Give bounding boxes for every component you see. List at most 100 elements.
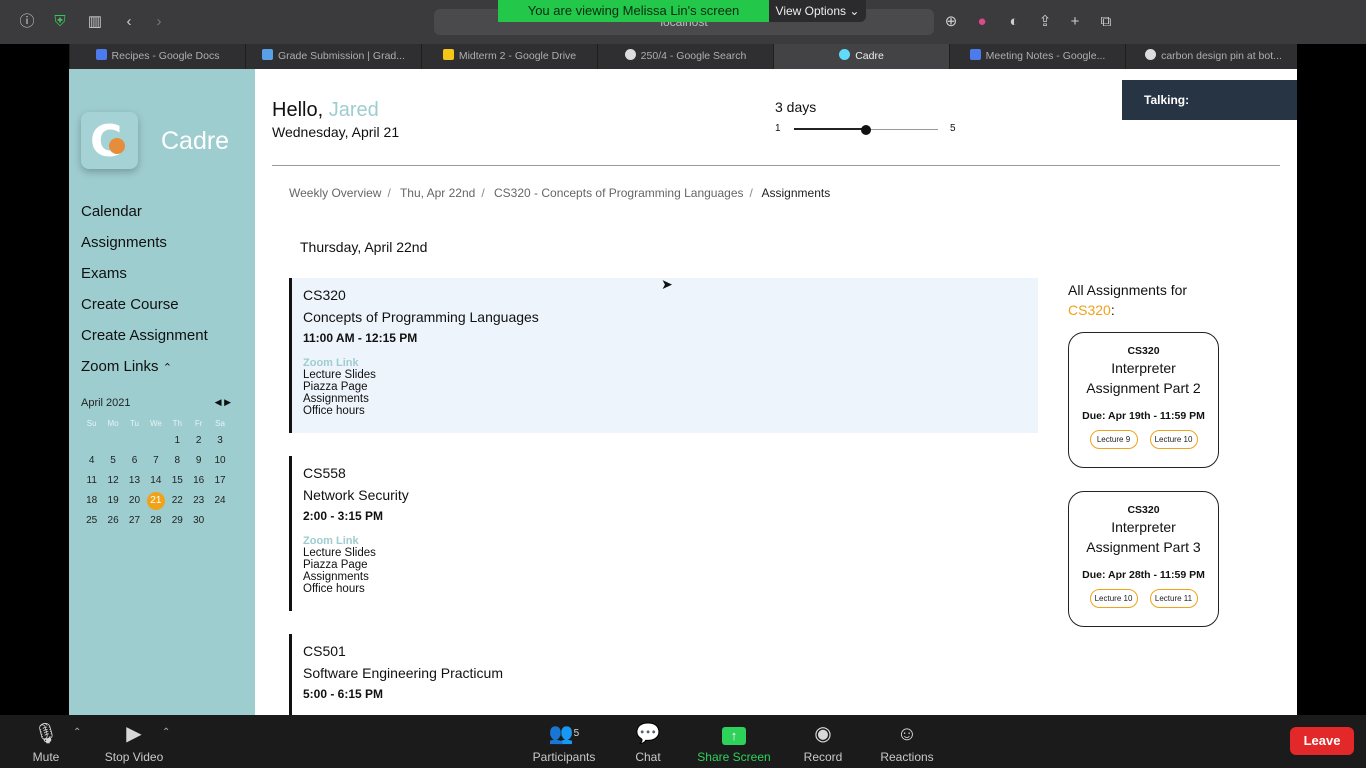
calendar-day[interactable]: 19	[102, 491, 123, 511]
calendar-day[interactable]: 20	[124, 491, 145, 511]
next-month-icon[interactable]: ▶	[224, 397, 231, 407]
record-button[interactable]: ◉ Record	[800, 721, 846, 764]
chevron-up-icon: ⌃	[162, 362, 172, 374]
calendar-day[interactable]: 5	[102, 451, 123, 471]
nav-create-assignment[interactable]: Create Assignment	[81, 327, 208, 344]
calendar-day[interactable]: 29	[167, 511, 188, 531]
breadcrumb-course[interactable]: CS320 - Concepts of Programming Language…	[494, 186, 743, 200]
calendar-day[interactable]: 16	[188, 471, 209, 491]
privacy-icon[interactable]: ◐	[1003, 11, 1025, 33]
calendar-day[interactable]: 12	[102, 471, 123, 491]
prev-month-icon[interactable]: ◀	[215, 397, 222, 407]
calendar-day[interactable]: 7	[145, 451, 166, 471]
assignment-due: Due: Apr 28th - 11:59 PM	[1082, 569, 1205, 581]
calendar-day[interactable]: 11	[81, 471, 102, 491]
nav-create-course[interactable]: Create Course	[81, 296, 179, 313]
share-icon[interactable]: ⇪	[1034, 11, 1056, 33]
chart-icon	[261, 49, 273, 60]
calendar-day[interactable]: 27	[124, 511, 145, 531]
zoom-link[interactable]: Zoom Link	[303, 357, 1038, 369]
assignments-link[interactable]: Assignments	[303, 571, 1038, 583]
calendar-day[interactable]: 22	[167, 491, 188, 511]
shield-icon[interactable]: ⛨	[49, 11, 71, 33]
calendar-day[interactable]: 23	[188, 491, 209, 511]
calendar-month: April 2021	[81, 397, 131, 409]
lecture-tag[interactable]: Lecture 11	[1149, 589, 1198, 608]
assignment-card[interactable]: CS320 Interpreter Assignment Part 2 Due: …	[1068, 332, 1219, 468]
tab-recipes[interactable]: Recipes - Google Docs	[69, 44, 245, 69]
chevron-up-icon[interactable]: ⌃	[162, 727, 170, 738]
course-card-cs501[interactable]: CS501 Software Engineering Practicum 5:0…	[289, 634, 1038, 715]
new-tab-icon[interactable]: +	[1064, 11, 1086, 33]
chevron-up-icon[interactable]: ⌃	[73, 727, 81, 738]
course-time: 2:00 - 3:15 PM	[303, 509, 384, 523]
download-icon[interactable]: ⊕	[940, 11, 962, 33]
sidebar-toggle-icon[interactable]: ▥	[84, 11, 106, 33]
nav-zoom-links[interactable]: Zoom Links ⌃	[81, 358, 172, 375]
share-screen-button[interactable]: ↑ Share Screen	[694, 721, 774, 764]
calendar-day[interactable]: 21	[146, 492, 165, 510]
calendar-day[interactable]: 1	[167, 431, 188, 451]
nav-calendar[interactable]: Calendar	[81, 203, 142, 220]
weekday-label: Mo	[107, 419, 119, 428]
assignment-card[interactable]: CS320 Interpreter Assignment Part 3 Due: …	[1068, 491, 1219, 627]
extension-icon[interactable]: ●	[971, 11, 993, 33]
slider-handle[interactable]	[861, 125, 871, 135]
calendar-day[interactable]: 2	[188, 431, 209, 451]
nav-assignments[interactable]: Assignments	[81, 234, 167, 251]
back-icon[interactable]: ‹	[118, 11, 140, 33]
forward-icon[interactable]: ›	[148, 11, 170, 33]
breadcrumb-weekly-overview[interactable]: Weekly Overview	[289, 186, 381, 200]
leave-button[interactable]: Leave	[1290, 727, 1354, 755]
calendar-day[interactable]: 14	[145, 471, 166, 491]
tab-carbon-design[interactable]: carbon design pin at bot...	[1125, 44, 1301, 69]
tab-meeting-notes[interactable]: Meeting Notes - Google...	[949, 44, 1125, 69]
piazza-link[interactable]: Piazza Page	[303, 381, 1038, 393]
participants-button[interactable]: 👥5 Participants	[528, 721, 600, 764]
calendar-day[interactable]: 17	[209, 471, 230, 491]
days-slider[interactable]: 1 5	[775, 121, 965, 139]
office-hours-link[interactable]: Office hours	[303, 583, 1038, 595]
calendar-day[interactable]: 18	[81, 491, 102, 511]
course-card-cs320[interactable]: CS320 Concepts of Programming Languages …	[289, 278, 1038, 433]
reactions-button[interactable]: ☺ Reactions	[876, 721, 938, 764]
tab-grade-submission[interactable]: Grade Submission | Grad...	[245, 44, 421, 69]
course-card-cs558[interactable]: CS558 Network Security 2:00 - 3:15 PM Zo…	[289, 456, 1038, 611]
calendar-day[interactable]: 4	[81, 451, 102, 471]
calendar-day[interactable]: 6	[124, 451, 145, 471]
office-hours-link[interactable]: Office hours	[303, 405, 1038, 417]
calendar-day[interactable]: 10	[209, 451, 230, 471]
piazza-link[interactable]: Piazza Page	[303, 559, 1038, 571]
lecture-slides-link[interactable]: Lecture Slides	[303, 547, 1038, 559]
lecture-slides-link[interactable]: Lecture Slides	[303, 369, 1038, 381]
mute-button[interactable]: 🎙 Mute	[20, 721, 72, 764]
calendar-day[interactable]: 28	[145, 511, 166, 531]
zoom-link[interactable]: Zoom Link	[303, 535, 1038, 547]
current-date: Wednesday, April 21	[272, 124, 400, 140]
assignments-link[interactable]: Assignments	[303, 393, 1038, 405]
info-icon[interactable]: ⓘ	[16, 11, 38, 33]
view-options-button[interactable]: View Options ⌄	[769, 0, 866, 22]
calendar-day[interactable]: 24	[209, 491, 230, 511]
user-name: Jared	[328, 99, 379, 121]
tab-overview-icon[interactable]: ⧉	[1095, 11, 1117, 33]
calendar-day[interactable]: 25	[81, 511, 102, 531]
cadre-logo[interactable]: C	[81, 112, 138, 169]
calendar-day[interactable]: 9	[188, 451, 209, 471]
nav-exams[interactable]: Exams	[81, 265, 127, 282]
lecture-tag[interactable]: Lecture 10	[1089, 589, 1138, 608]
tab-midterm[interactable]: Midterm 2 - Google Drive	[421, 44, 597, 69]
chat-button[interactable]: 💬 Chat	[630, 721, 666, 764]
calendar-day[interactable]: 3	[209, 431, 230, 451]
calendar-day[interactable]: 15	[167, 471, 188, 491]
calendar-day[interactable]: 13	[124, 471, 145, 491]
calendar-day[interactable]: 8	[167, 451, 188, 471]
calendar-day[interactable]: 26	[102, 511, 123, 531]
tab-cadre[interactable]: Cadre	[773, 44, 949, 69]
calendar-day[interactable]: 30	[188, 511, 209, 531]
lecture-tag[interactable]: Lecture 10	[1149, 430, 1198, 449]
tab-google-search[interactable]: 250/4 - Google Search	[597, 44, 773, 69]
lecture-tag[interactable]: Lecture 9	[1089, 430, 1138, 449]
breadcrumb-day[interactable]: Thu, Apr 22nd	[400, 186, 475, 200]
stop-video-button[interactable]: ▶ Stop Video	[98, 721, 170, 764]
